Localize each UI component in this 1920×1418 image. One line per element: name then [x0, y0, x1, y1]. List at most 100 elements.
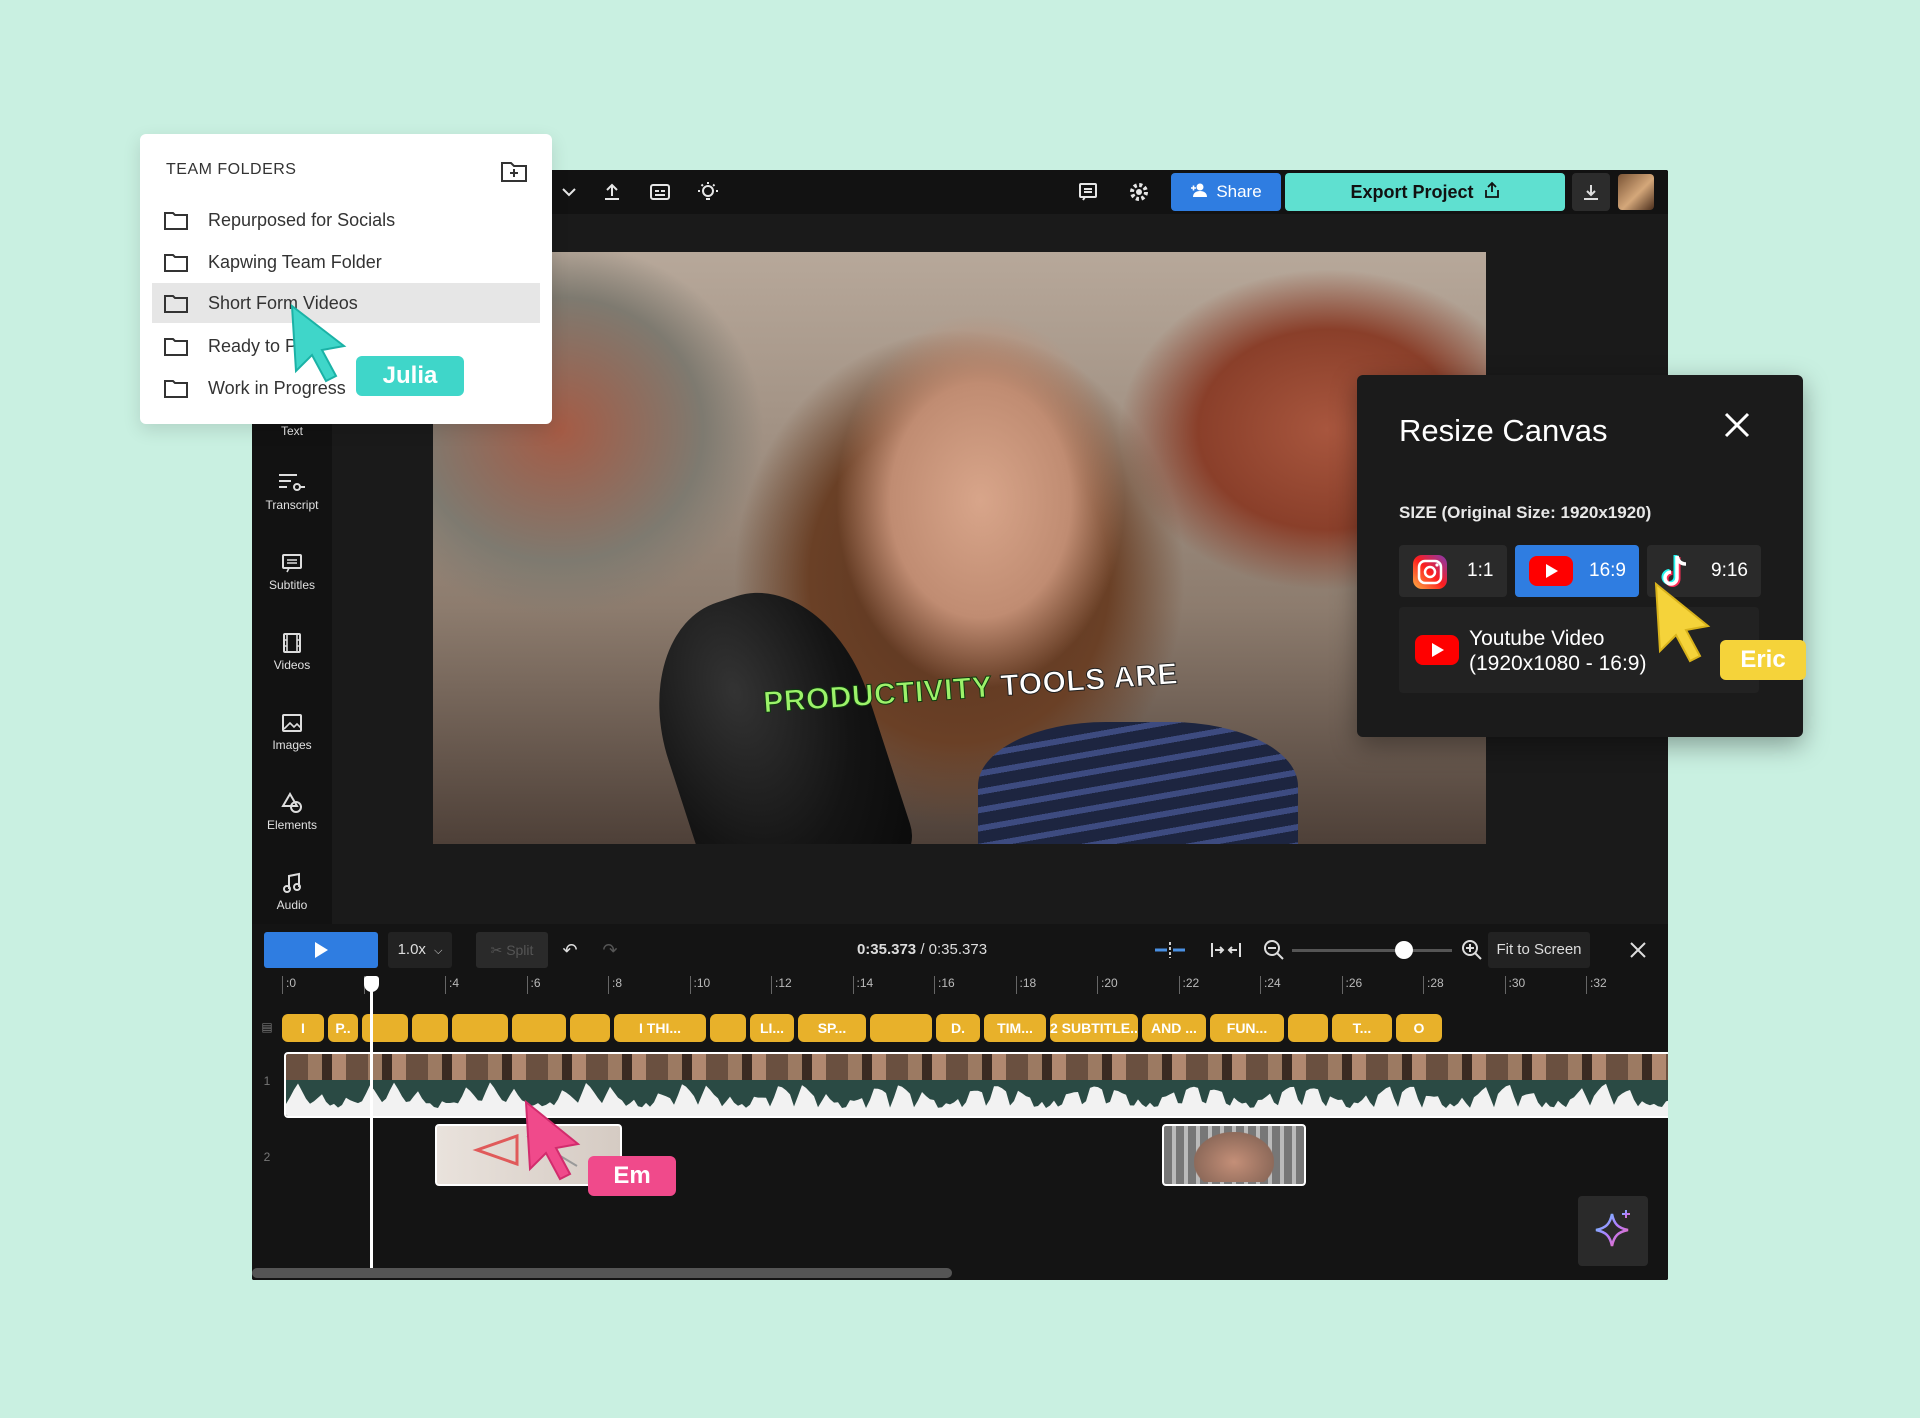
- split-button[interactable]: ✂ Split: [476, 932, 548, 968]
- close-icon[interactable]: [1721, 409, 1753, 441]
- folder-icon: [164, 212, 188, 230]
- close-timeline-icon[interactable]: [1626, 932, 1650, 968]
- preset-label-line1: Youtube Video: [1469, 627, 1605, 650]
- subtitle-segment[interactable]: SP...: [798, 1014, 866, 1042]
- ruler-tick-label: :0: [282, 976, 296, 994]
- panel-title: TEAM FOLDERS: [166, 161, 297, 178]
- ai-sparkle-button[interactable]: [1578, 1196, 1648, 1266]
- export-label: Export Project: [1350, 181, 1474, 202]
- sidebar-item-transcript[interactable]: Transcript: [252, 472, 332, 512]
- subtitle-segment[interactable]: [710, 1014, 746, 1042]
- folder-item[interactable]: Kapwing Team Folder: [152, 242, 540, 282]
- undo-icon[interactable]: ↶: [558, 932, 582, 968]
- zoom-out-icon[interactable]: [1262, 932, 1286, 968]
- export-icon: [1484, 181, 1500, 204]
- sidebar-item-videos[interactable]: Videos: [252, 632, 332, 672]
- split-at-playhead-icon[interactable]: [1152, 932, 1188, 968]
- folder-item[interactable]: Repurposed for Socials: [152, 200, 540, 240]
- subtitle-segment[interactable]: [412, 1014, 448, 1042]
- ratio-option-1-1[interactable]: 1:1: [1399, 545, 1507, 597]
- folder-icon: [164, 338, 188, 356]
- sidebar-item-subtitles[interactable]: Subtitles: [252, 552, 332, 592]
- subtitle-segment[interactable]: I THI...: [614, 1014, 706, 1042]
- folder-label: Repurposed for Socials: [208, 210, 396, 230]
- subtitles-icon: [252, 552, 332, 576]
- subtitle-segment[interactable]: TIM...: [984, 1014, 1046, 1042]
- preset-label-line2: (1920x1080 - 16:9): [1469, 652, 1647, 675]
- new-folder-icon[interactable]: [500, 156, 528, 184]
- fit-to-screen-button[interactable]: Fit to Screen: [1488, 932, 1590, 968]
- subtitle-segment[interactable]: 2 SUBTITLE...: [1050, 1014, 1138, 1042]
- overlay-clip[interactable]: [1162, 1124, 1306, 1186]
- subtitle-segment[interactable]: T...: [1332, 1014, 1392, 1042]
- redo-icon[interactable]: ↷: [598, 932, 622, 968]
- size-label: SIZE (Original Size: 1920x1920): [1399, 503, 1652, 522]
- timeline-scrollbar[interactable]: [252, 1268, 952, 1278]
- ratio-label: 1:1: [1467, 560, 1494, 581]
- chevron-down-icon: ⌵: [434, 945, 443, 957]
- ruler-tick-label: :14: [852, 976, 873, 994]
- scissors-icon: ✂: [490, 942, 503, 958]
- subtitle-segment[interactable]: [1288, 1014, 1328, 1042]
- subtitle-segment[interactable]: P..: [328, 1014, 358, 1042]
- ruler-tick-label: :18: [1015, 976, 1036, 994]
- sidebar-item-images[interactable]: Images: [252, 712, 332, 752]
- subtitle-segment[interactable]: [870, 1014, 932, 1042]
- ruler-tick-label: :26: [1341, 976, 1362, 994]
- timeline: 1.0x ⌵ ✂ Split ↶ ↷ 0:35.373 / 0:35.373 F…: [252, 924, 1668, 1280]
- comment-icon[interactable]: [1076, 180, 1100, 204]
- collaborator-tag-em: Em: [588, 1156, 676, 1196]
- sidebar-item-label: Audio: [276, 898, 308, 912]
- subtitle-segment[interactable]: D.: [936, 1014, 980, 1042]
- sidebar-item-audio[interactable]: Audio: [252, 872, 332, 912]
- image-icon: [252, 712, 332, 736]
- sidebar-item-text[interactable]: Text: [252, 424, 332, 438]
- subtitle-segment[interactable]: [452, 1014, 508, 1042]
- youtube-icon: [1529, 556, 1573, 586]
- avatar[interactable]: [1618, 174, 1654, 210]
- instagram-icon: [1413, 555, 1447, 589]
- chevron-down-icon[interactable]: [557, 180, 581, 204]
- download-icon[interactable]: [1572, 173, 1610, 211]
- folder-icon: [164, 380, 188, 398]
- sidebar-item-elements[interactable]: Elements: [252, 792, 332, 832]
- subtitle-segment[interactable]: LI...: [750, 1014, 794, 1042]
- dialog-title: Resize Canvas: [1399, 413, 1608, 448]
- video-canvas[interactable]: PRODUCTIVITY TOOLS ARE: [433, 252, 1486, 844]
- preset-label: Youtube Video (1920x1080 - 16:9): [1469, 626, 1646, 676]
- subtitle-segment[interactable]: [570, 1014, 610, 1042]
- subtitle-segment[interactable]: AND ...: [1142, 1014, 1206, 1042]
- lightbulb-icon[interactable]: [696, 180, 720, 204]
- captions-icon[interactable]: [648, 180, 672, 204]
- export-project-button[interactable]: Export Project: [1285, 173, 1565, 211]
- subtitle-segment[interactable]: O: [1396, 1014, 1442, 1042]
- zoom-slider-handle[interactable]: [1395, 941, 1413, 959]
- zoom-slider-track[interactable]: [1292, 949, 1452, 952]
- upload-icon[interactable]: [600, 180, 624, 204]
- track-number: 1: [263, 1074, 271, 1088]
- subtitle-segment[interactable]: [512, 1014, 566, 1042]
- playhead-handle[interactable]: [364, 976, 379, 992]
- ruler-tick-label: :20: [1097, 976, 1118, 994]
- share-button[interactable]: Share: [1171, 173, 1281, 211]
- time-ruler[interactable]: :0:2:4:6:8:10:12:14:16:18:20:22:24:26:28…: [282, 976, 1668, 1002]
- ruler-tick-label: :12: [771, 976, 792, 994]
- sidebar-item-label: Text: [280, 424, 303, 438]
- video-track-clip[interactable]: [284, 1052, 1668, 1118]
- music-note-icon: [252, 872, 332, 896]
- subtitle-segment[interactable]: FUN...: [1210, 1014, 1284, 1042]
- snap-icon[interactable]: [1208, 932, 1244, 968]
- ratio-label: 9:16: [1711, 560, 1748, 581]
- ratio-option-16-9[interactable]: 16:9: [1515, 545, 1639, 597]
- ruler-tick-label: :22: [1178, 976, 1199, 994]
- play-icon: [315, 942, 328, 958]
- speed-dropdown[interactable]: 1.0x ⌵: [388, 932, 452, 968]
- subtitle-segment[interactable]: I: [282, 1014, 324, 1042]
- cursor-icon: [1654, 582, 1711, 663]
- gear-icon[interactable]: [1127, 180, 1151, 204]
- subtitle-segment[interactable]: [362, 1014, 408, 1042]
- playhead[interactable]: [370, 978, 373, 1268]
- play-button[interactable]: [264, 932, 378, 968]
- share-label: Share: [1216, 182, 1262, 201]
- zoom-in-icon[interactable]: [1460, 932, 1484, 968]
